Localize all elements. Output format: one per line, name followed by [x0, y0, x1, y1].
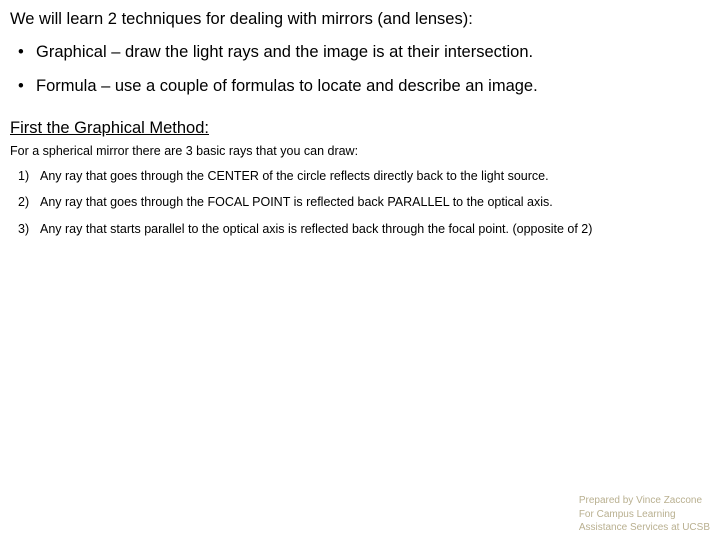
footer-credit: Prepared by Vince Zaccone For Campus Lea…	[579, 495, 710, 535]
ray-item: 3) Any ray that starts parallel to the o…	[18, 221, 710, 237]
techniques-list: Graphical – draw the light rays and the …	[10, 42, 710, 97]
footer-line-2b: Assistance Services at UCSB	[579, 522, 710, 535]
rays-list: 1) Any ray that goes through the CENTER …	[10, 168, 710, 237]
ray-text: Any ray that goes through the CENTER of …	[40, 169, 549, 183]
ray-text: Any ray that starts parallel to the opti…	[40, 222, 592, 236]
technique-item: Formula – use a couple of formulas to lo…	[18, 76, 710, 97]
ray-number: 1)	[18, 168, 29, 184]
graphical-method-heading: First the Graphical Method:	[10, 119, 710, 138]
ray-text: Any ray that goes through the FOCAL POIN…	[40, 195, 553, 209]
footer-line-1: Prepared by Vince Zaccone	[579, 495, 710, 508]
footer-line-2a: For Campus Learning	[579, 509, 710, 522]
ray-number: 2)	[18, 194, 29, 210]
intro-line: We will learn 2 techniques for dealing w…	[10, 8, 710, 30]
technique-item: Graphical – draw the light rays and the …	[18, 42, 710, 63]
ray-number: 3)	[18, 221, 29, 237]
ray-item: 1) Any ray that goes through the CENTER …	[18, 168, 710, 184]
ray-item: 2) Any ray that goes through the FOCAL P…	[18, 194, 710, 210]
sphere-intro: For a spherical mirror there are 3 basic…	[10, 144, 710, 158]
slide: We will learn 2 techniques for dealing w…	[0, 0, 720, 540]
